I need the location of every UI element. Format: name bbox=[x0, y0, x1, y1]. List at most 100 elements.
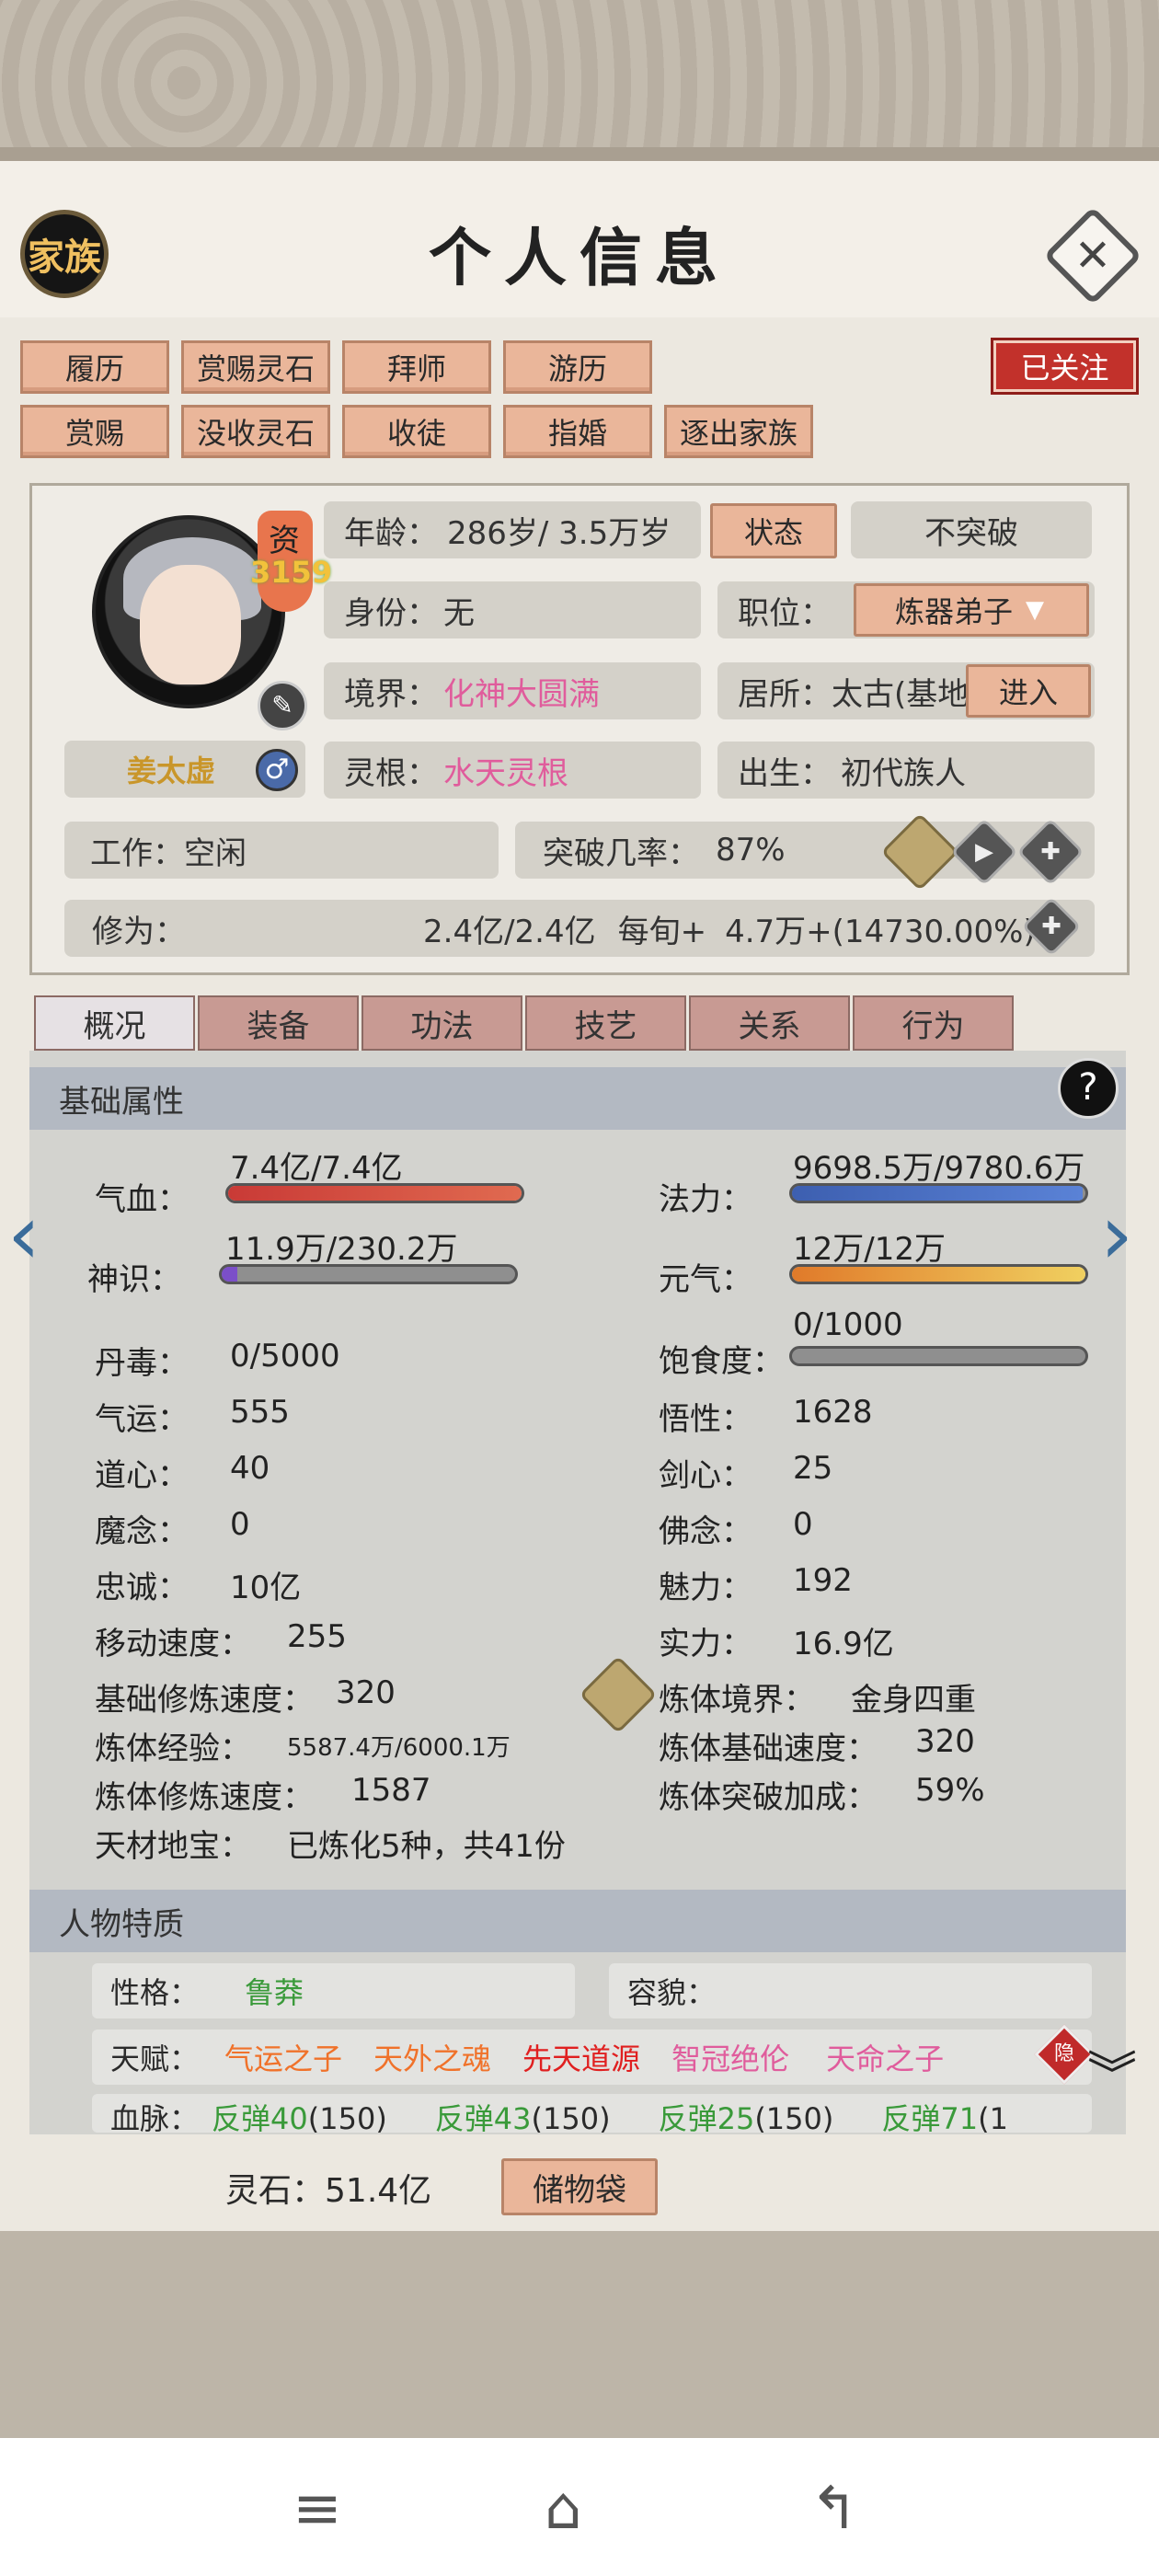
page-title: 个人信息 bbox=[428, 222, 730, 295]
root-value: 水天灵根 bbox=[443, 754, 568, 792]
body-exp-value: 5587.4万/6000.1万 bbox=[287, 1734, 511, 1762]
stat-value: 16.9亿 bbox=[793, 1626, 894, 1662]
realm-label: 境界： bbox=[344, 675, 438, 713]
stat-label: 佛念： bbox=[659, 1513, 752, 1550]
avatar-face bbox=[140, 565, 241, 684]
stat-label: 魔念： bbox=[95, 1513, 189, 1550]
age-field: 年龄： 286岁/ 3.5万岁 bbox=[324, 501, 701, 558]
position-label: 职位： bbox=[738, 594, 832, 632]
apprentice-button[interactable]: 拜师 bbox=[342, 340, 491, 394]
hp-bar-fill bbox=[228, 1186, 522, 1201]
identity-label: 身份： bbox=[344, 594, 438, 632]
mana-bar bbox=[789, 1183, 1088, 1203]
confiscate-stone-button[interactable]: 没收灵石 bbox=[181, 405, 330, 458]
talent-item[interactable]: 先天道源 bbox=[522, 2036, 640, 2078]
sense-bar-fill bbox=[222, 1267, 237, 1282]
break-rate-value: 87% bbox=[716, 832, 786, 868]
yuanqi-label: 元气： bbox=[659, 1261, 752, 1298]
enter-button[interactable]: 进入 bbox=[966, 664, 1091, 718]
tab-actions[interactable]: 行为 bbox=[853, 995, 1014, 1051]
plus-icon: ✚ bbox=[1040, 838, 1061, 866]
menu-icon[interactable]: ≡ bbox=[293, 2475, 342, 2543]
spirit-stone-value: 51.4亿 bbox=[325, 2172, 432, 2210]
satiety-bar bbox=[789, 1346, 1088, 1366]
spirit-stone: 灵石：51.4亿 bbox=[225, 2164, 431, 2212]
spirit-root-field: 灵根： 水天灵根 bbox=[324, 742, 701, 799]
talent-label: 天赋： bbox=[110, 2041, 200, 2076]
help-icon[interactable]: ? bbox=[1058, 1058, 1119, 1119]
stat-value: 0 bbox=[230, 1506, 250, 1543]
reward-stone-button[interactable]: 赏赐灵石 bbox=[181, 340, 330, 394]
talent-item[interactable]: 智冠绝伦 bbox=[671, 2036, 789, 2078]
body-base-speed-label: 炼体基础速度： bbox=[659, 1731, 878, 1767]
birth-field: 出生： 初代族人 bbox=[717, 742, 1095, 799]
identity-field: 身份： 无 bbox=[324, 581, 701, 638]
body-break-value: 59% bbox=[915, 1772, 985, 1809]
sense-label: 神识： bbox=[87, 1261, 181, 1298]
mana-value: 9698.5万/9780.6万 bbox=[793, 1150, 1085, 1187]
back-icon[interactable]: ↰ bbox=[809, 2475, 859, 2543]
next-arrow-icon[interactable]: › bbox=[1100, 1187, 1133, 1283]
avatar[interactable] bbox=[92, 515, 285, 708]
position-dropdown[interactable]: 炼器弟子 ▼ bbox=[854, 583, 1089, 637]
storage-bag-button[interactable]: 储物袋 bbox=[501, 2158, 658, 2215]
stat-value: 0/5000 bbox=[230, 1338, 340, 1374]
follow-button[interactable]: 已关注 bbox=[993, 340, 1136, 392]
hp-label: 气血： bbox=[95, 1181, 189, 1218]
break-rate-label: 突破几率： bbox=[543, 834, 699, 872]
mana-bar-fill bbox=[792, 1186, 1083, 1201]
talent-item[interactable]: 天外之魂 bbox=[373, 2036, 491, 2078]
treasure-label: 天材地宝： bbox=[95, 1828, 251, 1865]
tab-equipment[interactable]: 装备 bbox=[198, 995, 359, 1051]
prev-arrow-icon[interactable]: ‹ bbox=[7, 1187, 40, 1283]
satiety-label: 饱食度： bbox=[659, 1343, 784, 1380]
history-button[interactable]: 履历 bbox=[20, 340, 169, 394]
stat-value: 1628 bbox=[793, 1394, 873, 1431]
personality-value: 鲁莽 bbox=[245, 1975, 304, 2010]
take-disciple-button[interactable]: 收徒 bbox=[342, 405, 491, 458]
work-value: 空闲 bbox=[184, 834, 247, 872]
looks-label: 容貌： bbox=[627, 1975, 717, 2010]
identity-value: 无 bbox=[443, 594, 475, 632]
plus-icon: ✚ bbox=[1041, 913, 1061, 940]
brush-icon[interactable]: ✎ bbox=[258, 681, 307, 730]
arrange-marriage-button[interactable]: 指婚 bbox=[503, 405, 652, 458]
top-background bbox=[0, 0, 1159, 166]
mana-label: 法力： bbox=[659, 1181, 752, 1218]
stat-label: 丹毒： bbox=[95, 1345, 189, 1382]
tab-relations[interactable]: 关系 bbox=[689, 995, 850, 1051]
stat-label: 剑心： bbox=[659, 1457, 752, 1494]
tab-crafts[interactable]: 技艺 bbox=[525, 995, 686, 1051]
sense-value: 11.9万/230.2万 bbox=[225, 1231, 458, 1268]
tab-overview[interactable]: 概况 bbox=[34, 995, 195, 1051]
spirit-stone-label: 灵石： bbox=[225, 2172, 326, 2210]
satiety-value: 0/1000 bbox=[793, 1306, 903, 1343]
hp-bar bbox=[225, 1183, 524, 1203]
body-break-label: 炼体突破加成： bbox=[659, 1779, 878, 1816]
stat-value: 555 bbox=[230, 1394, 290, 1431]
birth-value: 初代族人 bbox=[841, 754, 966, 792]
age-label: 年龄： bbox=[344, 514, 438, 552]
basic-attributes-header: 基础属性 bbox=[29, 1067, 1126, 1130]
reward-button[interactable]: 赏赐 bbox=[20, 405, 169, 458]
body-speed-value: 1587 bbox=[351, 1772, 431, 1809]
travel-button[interactable]: 游历 bbox=[503, 340, 652, 394]
yuanqi-bar bbox=[789, 1264, 1088, 1284]
bloodline-label: 血脉： bbox=[110, 2101, 200, 2133]
stat-label: 魅力： bbox=[659, 1570, 752, 1606]
talent-item[interactable]: 天命之子 bbox=[826, 2036, 944, 2078]
work-field: 工作： 空闲 bbox=[64, 822, 499, 879]
no-breakthrough-field[interactable]: 不突破 bbox=[851, 501, 1092, 558]
status-button[interactable]: 状态 bbox=[710, 503, 837, 558]
stat-label: 忠诚： bbox=[95, 1570, 189, 1606]
expel-button[interactable]: 逐出家族 bbox=[664, 405, 813, 458]
home-icon[interactable]: ⌂ bbox=[545, 2475, 582, 2543]
talent-item[interactable]: 气运之子 bbox=[224, 2036, 342, 2078]
cultivation-field: 修为： 2.4亿/2.4亿 每旬+ 4.7万+(14730.00%) bbox=[64, 900, 1095, 957]
traits-header: 人物特质 bbox=[29, 1890, 1126, 1952]
bloodline-field: 血脉： 反弹40(150) 反弹43(150) 反弹25(150) 反弹71(1 bbox=[92, 2094, 1092, 2133]
stat-value: 192 bbox=[793, 1562, 853, 1599]
hp-value: 7.4亿/7.4亿 bbox=[230, 1150, 403, 1187]
tab-skills[interactable]: 功法 bbox=[361, 995, 522, 1051]
expand-down-icon[interactable]: ︾ bbox=[1087, 2051, 1137, 2100]
